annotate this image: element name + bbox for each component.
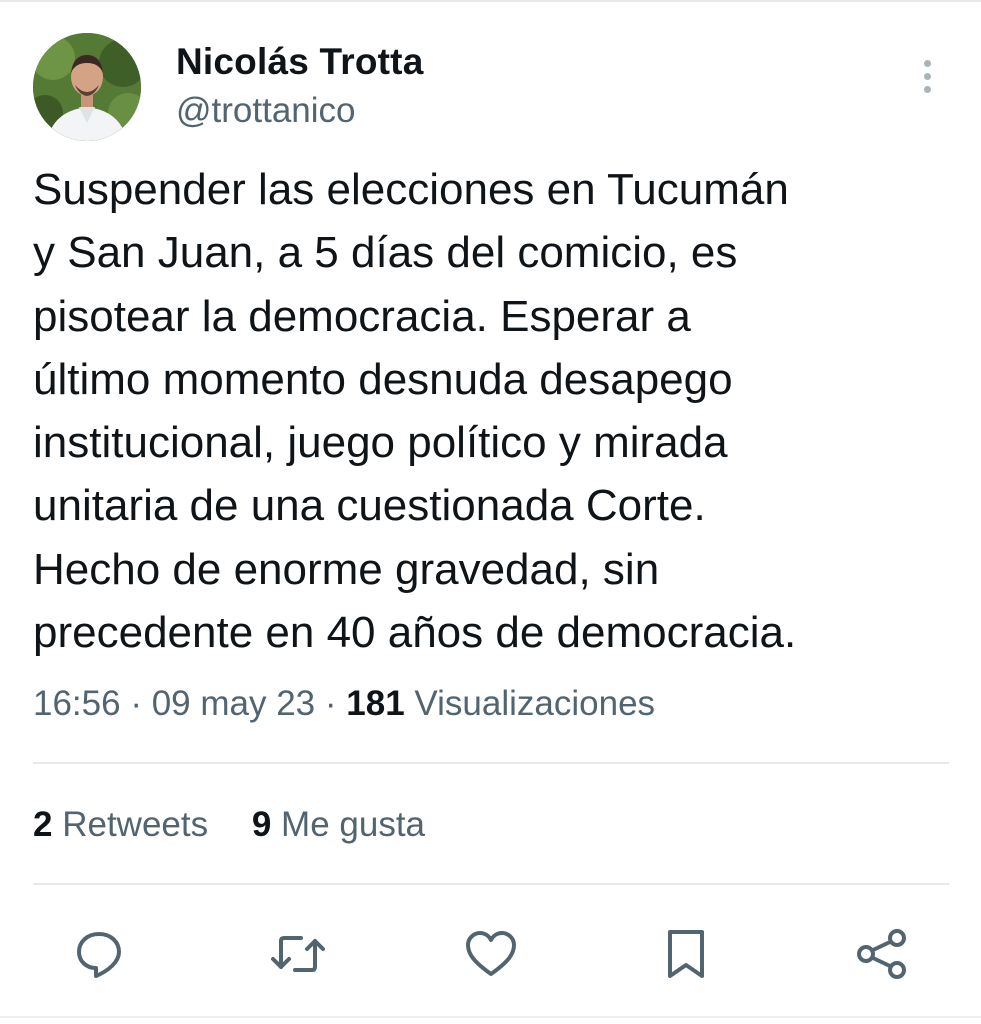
tweet-line: institucional, juego político y mirada [33, 418, 728, 468]
retweet-button[interactable] [268, 924, 328, 984]
tweet-stats: 2 Retweets 9 Me gusta [33, 805, 425, 845]
views-count: 181 [346, 684, 405, 723]
retweets-count: 2 [33, 805, 53, 844]
tweet-date[interactable]: 09 may 23 [152, 684, 315, 723]
share-icon [857, 929, 906, 979]
heart-icon [466, 931, 516, 976]
likes-count: 9 [251, 805, 272, 844]
share-button[interactable] [852, 924, 912, 984]
avatar[interactable] [33, 33, 141, 141]
retweet-icon [271, 936, 325, 972]
divider [33, 883, 949, 885]
author-handle[interactable]: @trottanico [176, 91, 356, 131]
tweet-line: precedente en 40 años de democracia. [33, 608, 797, 658]
tweet-line: Suspender las elecciones en Tucumán [33, 165, 789, 214]
top-divider [0, 0, 981, 2]
reply-icon [77, 932, 121, 978]
views-label: Visualizaciones [414, 684, 656, 723]
tweet-line: último momento desnuda desapego [33, 354, 733, 404]
reply-button[interactable] [69, 924, 129, 984]
tweet-line: y San Juan, a 5 días del comicio, es [33, 228, 738, 278]
bookmark-button[interactable] [656, 924, 716, 984]
tweet-line: unitaria de una cuestionada Corte. [33, 481, 706, 531]
divider [33, 762, 949, 764]
bookmark-icon [668, 930, 704, 978]
more-vertical-icon[interactable] [916, 60, 938, 100]
likes-label: Me gusta [281, 805, 426, 844]
bottom-divider [0, 1016, 981, 1018]
tweet-line: Hecho de enorme gravedad, sin [33, 544, 660, 594]
like-button[interactable] [461, 924, 521, 984]
tweet-line: pisotear la democracia. Esperar a [33, 291, 691, 341]
author-name[interactable]: Nicolás Trotta [176, 41, 423, 83]
tweet-text: Suspender las elecciones en Tucumán y Sa… [33, 158, 953, 664]
retweets-stat[interactable]: 2 Retweets [33, 805, 208, 845]
meta-separator: · [324, 684, 337, 723]
retweets-label: Retweets [62, 805, 209, 844]
tweet-meta: 16:56 · 09 may 23 · 181 Visualizaciones [33, 684, 655, 724]
tweet-time[interactable]: 16:56 [33, 684, 121, 723]
meta-separator: · [130, 684, 142, 723]
likes-stat[interactable]: 9 Me gusta [252, 805, 425, 845]
